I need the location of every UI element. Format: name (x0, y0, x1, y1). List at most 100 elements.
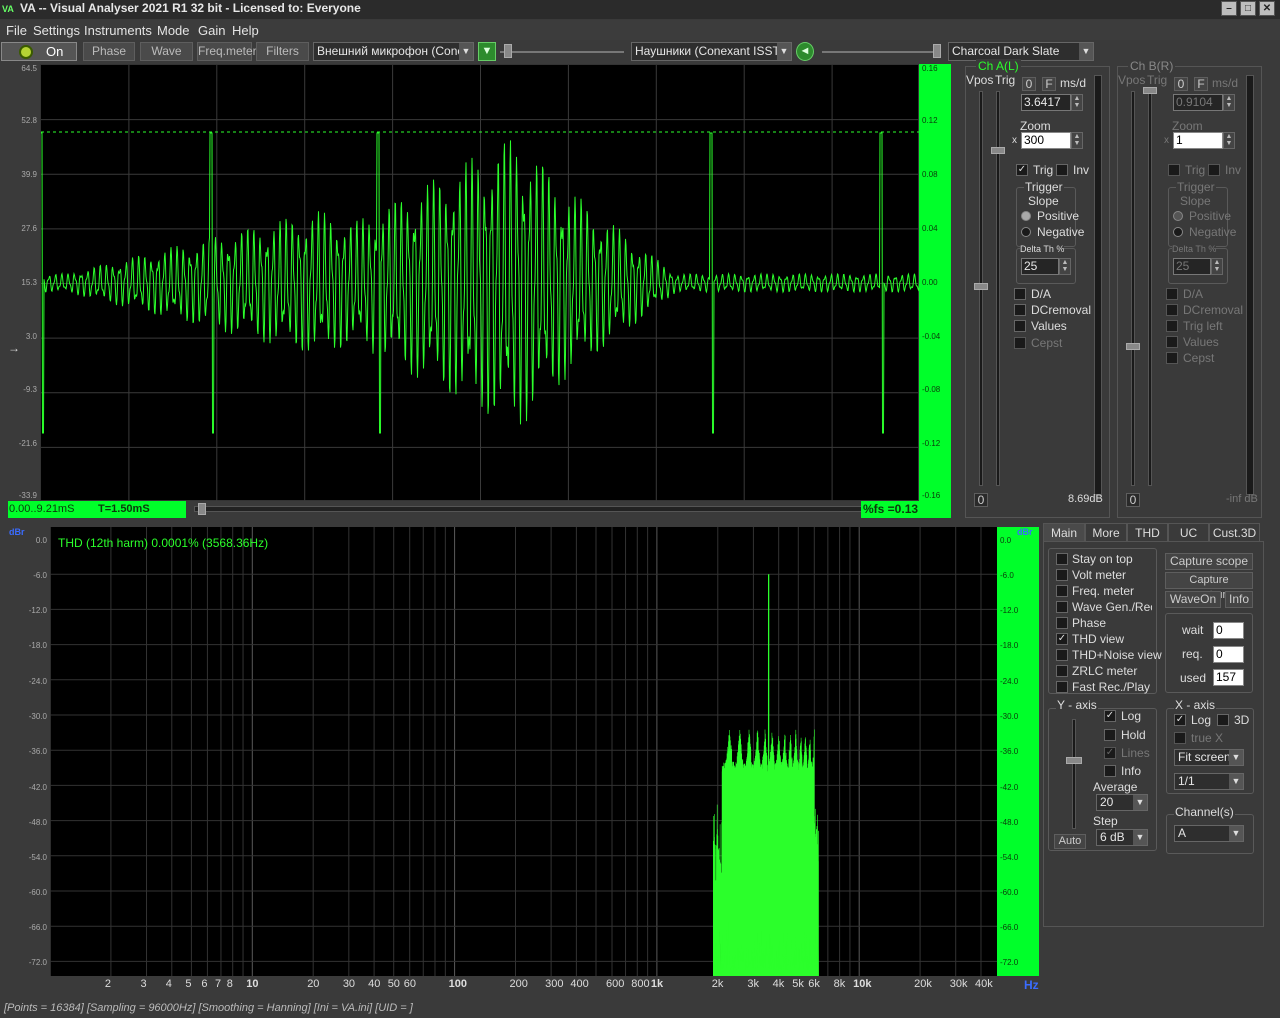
fit-screen-select[interactable]: Fit screen ▼ (1174, 749, 1244, 766)
microphone-icon[interactable]: ▼ (478, 42, 496, 61)
zero-button[interactable]: 0 (1022, 77, 1036, 91)
thd-view-checkbox[interactable]: ✓ (1056, 633, 1068, 645)
x-log-checkbox[interactable]: ✓ (1174, 714, 1186, 726)
menu-instruments[interactable]: Instruments (84, 23, 152, 38)
ms-per-div-input[interactable]: 0.9104 (1173, 94, 1223, 111)
ms-per-div-input[interactable]: 3.6417 (1021, 94, 1071, 111)
trig-knob[interactable] (1143, 87, 1157, 94)
delta-input[interactable]: 25 (1173, 258, 1211, 275)
maximize-button[interactable]: □ (1240, 1, 1256, 16)
stay-on-top-checkbox[interactable] (1056, 553, 1068, 565)
theme-select[interactable]: Charcoal Dark Slate ▼ (948, 42, 1094, 61)
req-input[interactable]: 0 (1213, 646, 1244, 663)
zero-button[interactable]: 0 (1174, 77, 1188, 91)
trig-knob[interactable] (991, 147, 1005, 154)
ratio-select[interactable]: 1/1 ▼ (1174, 773, 1244, 790)
output-device-select[interactable]: Наушники (Conexant ISST Au ▼ (631, 42, 792, 61)
zoom-spinner[interactable]: ▲ ▼ (1223, 132, 1235, 149)
y-info-checkbox[interactable] (1104, 765, 1116, 777)
menu-file[interactable]: File (6, 23, 27, 38)
da-checkbox[interactable] (1166, 288, 1178, 300)
delta-input[interactable]: 25 (1021, 258, 1059, 275)
zrlc-meter-checkbox[interactable] (1056, 665, 1068, 677)
3d-checkbox[interactable] (1217, 714, 1229, 726)
output-volume-knob[interactable] (933, 44, 941, 58)
tab-more[interactable]: More (1085, 523, 1127, 542)
input-volume-knob[interactable] (504, 44, 512, 58)
menu-settings[interactable]: Settings (33, 23, 80, 38)
y-offset-knob[interactable] (1066, 757, 1082, 764)
on-button[interactable]: On (1, 42, 77, 61)
input-device-select[interactable]: Внешний микрофон (Conexa ▼ (313, 42, 474, 61)
fast-rec-checkbox[interactable] (1056, 681, 1068, 693)
output-volume-slider[interactable] (822, 51, 940, 53)
trig-left-checkbox[interactable] (1166, 320, 1178, 332)
spectrum-display[interactable]: THD (12th harm) 0.0001% (3568.36Hz) (50, 527, 997, 976)
volt-meter-checkbox[interactable] (1056, 569, 1068, 581)
negative-radio[interactable] (1173, 227, 1183, 237)
freq-meter-checkbox[interactable] (1056, 585, 1068, 597)
dcremoval-checkbox[interactable] (1166, 304, 1178, 316)
y-log-checkbox[interactable]: ✓ (1104, 710, 1116, 722)
tab-main[interactable]: Main (1043, 523, 1085, 542)
values-checkbox[interactable] (1014, 320, 1026, 332)
tab-thd[interactable]: THD (1127, 523, 1168, 542)
thd-noise-view-checkbox[interactable] (1056, 649, 1068, 661)
trigger-level-marker-icon[interactable]: → (8, 341, 20, 355)
phase-checkbox[interactable] (1056, 617, 1068, 629)
f-button[interactable]: F (1194, 77, 1208, 91)
tab-cust3d[interactable]: Cust.3D (1209, 523, 1260, 542)
channel-select[interactable]: A ▼ (1174, 825, 1244, 842)
close-button[interactable]: ✕ (1259, 1, 1275, 16)
waveon-button[interactable]: WaveOn (1165, 591, 1221, 608)
zoom-spinner[interactable]: ▲ ▼ (1071, 132, 1083, 149)
hold-checkbox[interactable] (1104, 729, 1116, 741)
menu-mode[interactable]: Mode (157, 23, 190, 38)
vpos-slider[interactable] (1131, 91, 1135, 486)
capture-scope-button[interactable]: Capture scope (1165, 553, 1253, 570)
positive-radio[interactable] (1021, 211, 1031, 221)
filters-button[interactable]: Filters (256, 42, 309, 61)
speaker-icon[interactable]: ◄ (796, 42, 814, 61)
trig-checkbox[interactable]: ✓ (1016, 164, 1028, 176)
vpos-knob[interactable] (974, 283, 988, 290)
average-select[interactable]: 20 ▼ (1096, 794, 1148, 811)
da-checkbox[interactable] (1014, 288, 1026, 300)
inv-checkbox[interactable] (1208, 164, 1220, 176)
vpos-knob[interactable] (1126, 343, 1140, 350)
wait-input[interactable]: 0 (1213, 622, 1244, 639)
wave-gen-checkbox[interactable] (1056, 601, 1068, 613)
auto-button[interactable]: Auto (1054, 834, 1086, 849)
lines-checkbox[interactable]: ✓ (1104, 747, 1116, 759)
used-input[interactable]: 157 (1213, 669, 1244, 686)
zoom-input[interactable]: 1 (1173, 132, 1223, 149)
step-select[interactable]: 6 dB ▼ (1096, 829, 1148, 846)
scope-position-scrollbar[interactable] (194, 506, 864, 512)
delta-spinner[interactable]: ▲ ▼ (1059, 258, 1071, 275)
y-offset-slider[interactable] (1072, 719, 1076, 829)
capture-spectrum-button[interactable]: Capture spectrum (1165, 572, 1253, 589)
values-checkbox[interactable] (1166, 336, 1178, 348)
f-button[interactable]: F (1042, 77, 1056, 91)
wave-button[interactable]: Wave (140, 42, 193, 61)
tab-uc[interactable]: UC (1168, 523, 1209, 542)
minimize-button[interactable]: – (1221, 1, 1237, 16)
menu-gain[interactable]: Gain (198, 23, 225, 38)
dcremoval-checkbox[interactable] (1014, 304, 1026, 316)
phase-button[interactable]: Phase (83, 42, 135, 61)
delta-spinner[interactable]: ▲ ▼ (1211, 258, 1223, 275)
true-x-checkbox[interactable] (1174, 732, 1186, 744)
info-button[interactable]: Info (1225, 591, 1253, 608)
trig-slider[interactable] (1148, 91, 1152, 486)
cepst-checkbox[interactable] (1014, 337, 1026, 349)
inv-checkbox[interactable] (1056, 164, 1068, 176)
oscilloscope-display[interactable] (40, 64, 919, 501)
ms-per-div-spinner[interactable]: ▲ ▼ (1223, 94, 1235, 111)
cepst-checkbox[interactable] (1166, 352, 1178, 364)
ms-per-div-spinner[interactable]: ▲ ▼ (1071, 94, 1083, 111)
positive-radio[interactable] (1173, 211, 1183, 221)
trig-checkbox[interactable] (1168, 164, 1180, 176)
input-volume-slider[interactable] (500, 51, 624, 53)
scope-position-knob[interactable] (198, 503, 206, 515)
menu-help[interactable]: Help (232, 23, 259, 38)
